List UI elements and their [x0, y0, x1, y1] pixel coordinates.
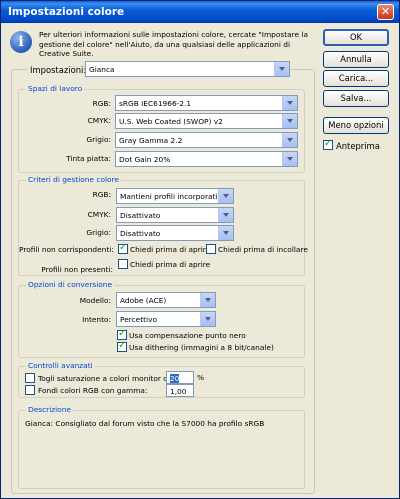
fewer-options-button[interactable]: Meno opzioni	[323, 117, 389, 134]
ws-cmyk-label: CMYK:	[87, 116, 111, 125]
info-text: Per ulteriori informazioni sulle imposta…	[39, 30, 309, 58]
settings-select[interactable]: Gianca	[85, 61, 290, 77]
pol-rgb-label: RGB:	[92, 190, 111, 199]
mismatch-ask-paste-label: Chiedi prima di incollare	[218, 245, 308, 254]
preview-label: Anteprima	[336, 141, 380, 151]
close-icon[interactable]: ✕	[377, 4, 394, 20]
workspaces-title: Spazi di lavoro	[26, 84, 85, 93]
dither-label: Usa dithering (immagini a 8 bit/canale)	[129, 343, 274, 352]
ws-rgb-value: sRGB IEC61966-2.1	[119, 99, 192, 108]
engine-label: Modello:	[79, 296, 111, 305]
settings-label: Impostazioni:	[28, 65, 89, 75]
blend-value: 1,00	[170, 387, 187, 396]
dither-checkbox[interactable]	[117, 340, 127, 352]
desaturate-value: 20	[170, 374, 180, 383]
ws-gray-select[interactable]: Gray Gamma 2.2	[115, 132, 298, 148]
ws-cmyk-select[interactable]: U.S. Web Coated (SWOP) v2	[115, 113, 298, 129]
chevron-down-icon	[282, 133, 297, 147]
ws-spot-select[interactable]: Dot Gain 20%	[115, 151, 298, 167]
bpc-checkbox[interactable]	[117, 328, 127, 340]
missing-ask-open-label: Chiedi prima di aprire	[130, 260, 211, 269]
description-title: Descrizione	[26, 405, 73, 414]
preview-checkbox[interactable]	[323, 138, 333, 150]
ws-cmyk-value: U.S. Web Coated (SWOP) v2	[119, 117, 223, 126]
pol-gray-value: Disattivato	[120, 229, 161, 238]
cancel-button[interactable]: Annulla	[323, 51, 389, 68]
pol-rgb-select[interactable]: Mantieni profili incorporati	[116, 188, 234, 204]
ws-gray-value: Gray Gamma 2.2	[119, 136, 183, 145]
intent-select[interactable]: Percettivo	[116, 311, 216, 327]
pol-gray-select[interactable]: Disattivato	[116, 225, 234, 241]
desaturate-unit: %	[197, 373, 205, 382]
description-text: Gianca: Consigliato dal forum visto che …	[25, 419, 265, 428]
color-settings-dialog: Impostazioni colore ✕ i Per ulteriori in…	[0, 0, 400, 499]
policies-title: Criteri di gestione colore	[26, 175, 121, 184]
ws-rgb-label: RGB:	[92, 99, 111, 108]
mismatch-label: Profili non corrispondenti:	[19, 245, 114, 254]
save-button[interactable]: Salva...	[323, 90, 389, 107]
chevron-down-icon	[200, 312, 215, 326]
ws-spot-value: Dot Gain 20%	[119, 155, 171, 164]
chevron-down-icon	[218, 208, 233, 222]
advanced-title: Controlli avanzati	[26, 361, 95, 370]
missing-label: Profili non presenti:	[41, 265, 113, 274]
engine-value: Adobe (ACE)	[120, 296, 167, 305]
ws-gray-label: Grigio:	[86, 135, 111, 144]
info-icon: i	[10, 31, 32, 53]
mismatch-ask-paste-checkbox[interactable]	[206, 244, 216, 254]
blend-field[interactable]: 1,00	[166, 384, 194, 397]
blend-label: Fondi colori RGB con gamma:	[38, 386, 148, 395]
chevron-down-icon	[282, 152, 297, 166]
chevron-down-icon	[274, 62, 289, 76]
conversion-title: Opzioni di conversione	[26, 280, 115, 289]
pol-gray-label: Grigio:	[86, 228, 111, 237]
desaturate-checkbox[interactable]	[25, 373, 35, 383]
chevron-down-icon	[218, 189, 233, 203]
ok-button[interactable]: OK	[323, 29, 389, 46]
pol-cmyk-label: CMYK:	[87, 210, 111, 219]
pol-cmyk-select[interactable]: Disattivato	[116, 207, 234, 223]
pol-rgb-value: Mantieni profili incorporati	[120, 192, 218, 201]
load-button[interactable]: Carica...	[323, 70, 389, 87]
bpc-label: Usa compensazione punto nero	[129, 331, 246, 340]
chevron-down-icon	[282, 114, 297, 128]
blend-checkbox[interactable]	[25, 385, 35, 395]
missing-ask-open-checkbox[interactable]	[118, 259, 128, 269]
title-bar[interactable]: Impostazioni colore ✕	[1, 1, 399, 23]
engine-select[interactable]: Adobe (ACE)	[116, 292, 216, 308]
desaturate-label: Togli saturazione a colori monitor di:	[38, 374, 173, 383]
window-title: Impostazioni colore	[8, 6, 125, 18]
chevron-down-icon	[200, 293, 215, 307]
intent-value: Percettivo	[120, 315, 157, 324]
mismatch-ask-open-label: Chiedi prima di aprire	[130, 245, 211, 254]
ws-spot-label: Tinta piatta:	[66, 154, 111, 163]
mismatch-ask-open-checkbox[interactable]	[118, 242, 128, 254]
chevron-down-icon	[218, 226, 233, 240]
pol-cmyk-value: Disattivato	[120, 211, 161, 220]
ws-rgb-select[interactable]: sRGB IEC61966-2.1	[115, 95, 298, 111]
intent-label: Intento:	[82, 315, 111, 324]
settings-value: Gianca	[89, 65, 115, 74]
chevron-down-icon	[282, 96, 297, 110]
desaturate-field[interactable]: 20	[166, 371, 194, 384]
